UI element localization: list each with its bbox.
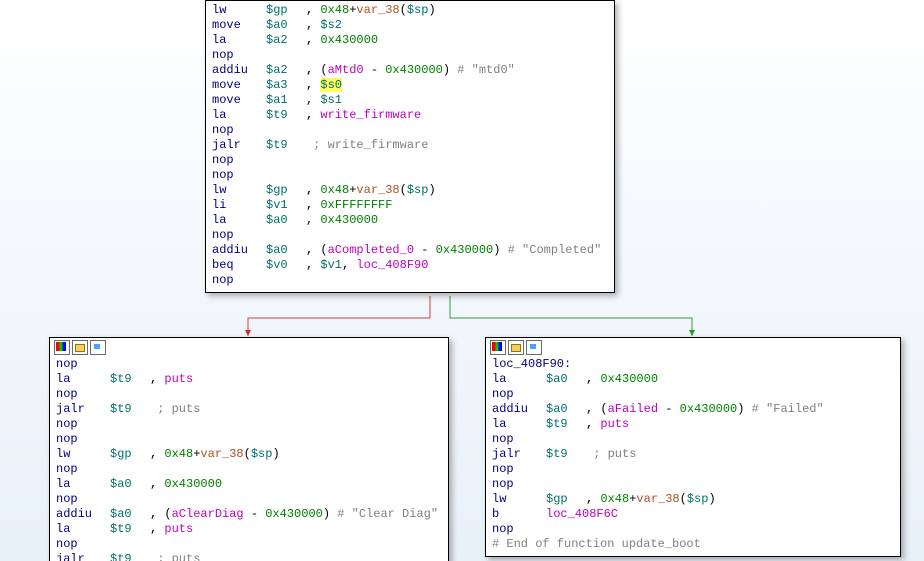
disasm-code: lw$gp, 0x48+var_38($sp)move$a0, $s2la$a2… [206,1,614,292]
grid-icon[interactable] [526,340,542,355]
disasm-block-top[interactable]: lw$gp, 0x48+var_38($sp)move$a0, $s2la$a2… [205,0,615,293]
disasm-code: loc_408F90:la$a0, 0x430000nopaddiu$a0, (… [486,355,900,556]
disasm-code: nopla$t9, putsnopjalr$t9 ; putsnopnoplw$… [50,355,448,561]
block-toolbar [486,338,900,355]
disasm-block-right[interactable]: loc_408F90:la$a0, 0x430000nopaddiu$a0, (… [485,337,901,557]
color-icon[interactable] [490,340,506,355]
folder-icon[interactable] [72,340,88,355]
block-toolbar [50,338,448,355]
grid-icon[interactable] [90,340,106,355]
folder-icon[interactable] [508,340,524,355]
color-icon[interactable] [54,340,70,355]
disasm-block-left[interactable]: nopla$t9, putsnopjalr$t9 ; putsnopnoplw$… [49,337,449,561]
